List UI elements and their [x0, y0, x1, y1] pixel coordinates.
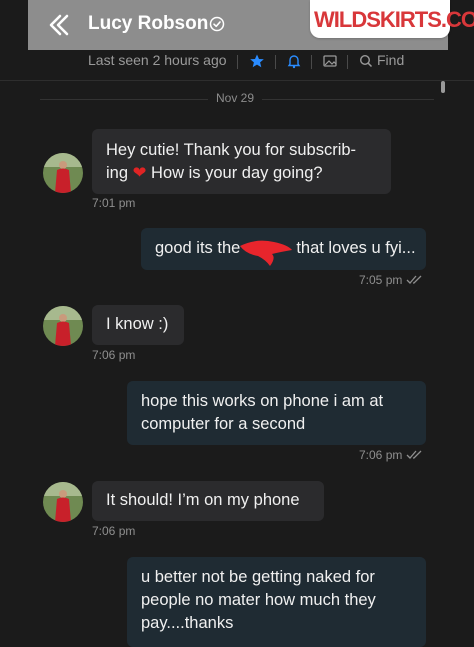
back-chevron-icon[interactable] — [46, 12, 72, 38]
watermark-text: WILDSKIRTS.COM — [314, 7, 474, 32]
scrollbar-thumb[interactable] — [441, 81, 445, 93]
divider — [237, 55, 238, 69]
avatar-image — [43, 306, 83, 346]
message-time: 7:06 pm — [359, 448, 403, 462]
message-bubble-incoming[interactable]: It should! I’m on my phone — [92, 481, 324, 521]
avatar[interactable] — [43, 306, 83, 346]
message-text: u better not be getting naked for people… — [141, 568, 376, 632]
message-bubble-incoming[interactable]: Hey cutie! Thank you for subscrib- ing ❤… — [92, 129, 391, 194]
date-separator: Nov 29 — [208, 91, 263, 105]
heart-icon: ❤ — [132, 164, 147, 182]
chat-header: Lucy Robson WILDSKIRTS.COM — [28, 0, 474, 50]
avatar[interactable] — [43, 153, 83, 193]
message-time: 7:01 pm — [92, 196, 136, 210]
double-check-icon — [406, 450, 422, 459]
avatar-image — [43, 153, 83, 193]
message-text: hope this works on phone i am at compute… — [141, 392, 384, 433]
search-icon[interactable] — [358, 53, 374, 69]
message-text: Hey cutie! Thank you for subscrib- ing ❤… — [106, 141, 357, 182]
message-time: 7:05 pm — [359, 273, 403, 287]
image-icon[interactable] — [322, 53, 338, 69]
header-divider — [0, 80, 474, 81]
message-bubble-incoming[interactable]: I know :) — [92, 305, 184, 345]
divider — [311, 55, 312, 69]
last-seen-text: Last seen 2 hours ago — [88, 52, 227, 68]
message-bubble-outgoing[interactable]: good its the that loves u fyi... — [141, 228, 426, 270]
divider — [275, 55, 276, 69]
message-time: 7:06 pm — [92, 524, 136, 538]
double-check-icon — [406, 275, 422, 284]
verified-check-icon — [209, 16, 225, 32]
star-icon[interactable] — [249, 53, 265, 69]
avatar-image — [43, 482, 83, 522]
message-bubble-outgoing[interactable]: hope this works on phone i am at compute… — [127, 381, 426, 445]
bell-icon[interactable] — [286, 53, 302, 69]
message-text: It should! I’m on my phone — [106, 491, 300, 509]
message-text: I know :) — [106, 315, 169, 333]
watermark-logo: WILDSKIRTS.COM — [310, 0, 474, 38]
contact-name[interactable]: Lucy Robson — [88, 13, 208, 35]
message-bubble-outgoing[interactable]: u better not be getting naked for people… — [127, 557, 426, 647]
message-time: 7:06 pm — [92, 348, 136, 362]
divider — [347, 55, 348, 69]
avatar[interactable] — [43, 482, 83, 522]
find-button[interactable]: Find — [377, 52, 404, 68]
redaction-scribble — [240, 240, 292, 266]
